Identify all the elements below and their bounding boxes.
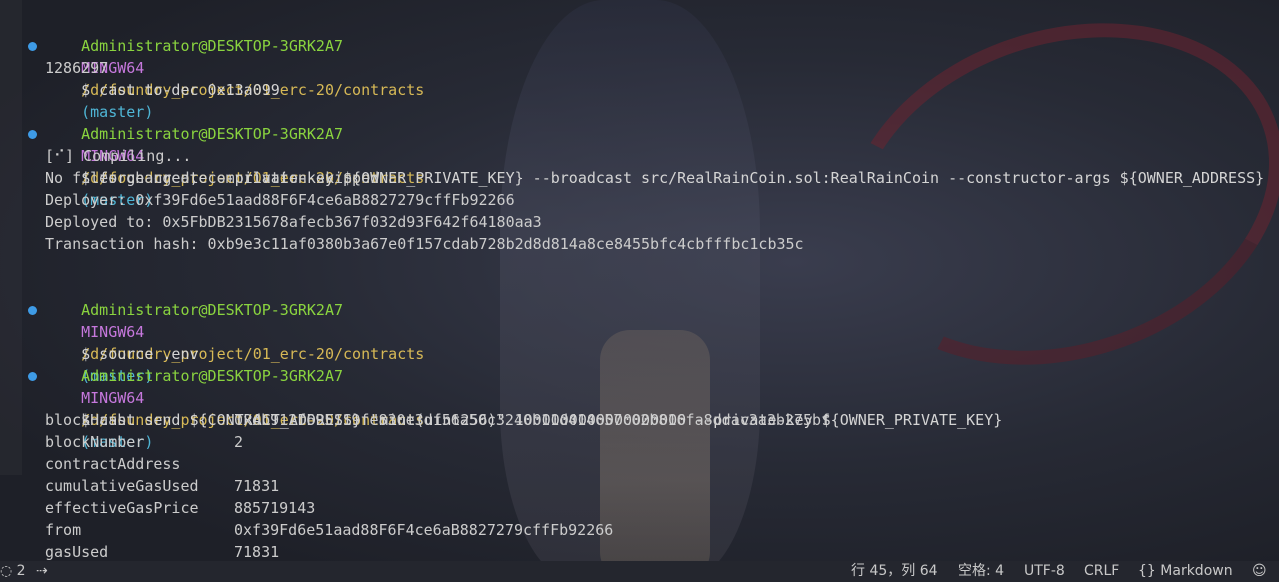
circle-icon: ◌: [0, 563, 13, 579]
cursor-position[interactable]: 行 45，列 64: [851, 563, 938, 580]
receipt-key: gasUsed: [45, 543, 109, 561]
command-decoration-dot[interactable]: [28, 306, 37, 315]
receipt-value: 0xdb912f695119fe830e3df56a50c3240b11d414…: [234, 411, 831, 429]
live-share-icon[interactable]: ⇢: [36, 563, 48, 580]
receipt-row: from 0xf39Fd6e51aad88F6F4ce6aB8827279cffF…: [0, 519, 1279, 541]
receipt-key: from: [45, 521, 82, 539]
prompt-line: Administrator@DESKTOP-3GRK2A7 MINGW64 /d…: [0, 277, 1279, 385]
output-line: Deployer: 0xf39Fd6e51aad88F6F4ce6aB88272…: [45, 191, 515, 209]
receipt-key: cumulativeGasUsed: [45, 477, 199, 495]
output-line: Transaction hash: 0xb9e3c11af0380b3a67e0…: [45, 235, 804, 253]
receipt-value: 2: [234, 433, 244, 451]
braces-icon: {}: [1138, 563, 1156, 579]
output-line: [⠊] Compiling...: [45, 147, 192, 165]
command-decoration-dot[interactable]: [28, 42, 37, 51]
language-label: Markdown: [1160, 563, 1233, 579]
receipt-row: blockNumber 2: [0, 431, 1279, 453]
receipt-value: 71831: [234, 543, 280, 561]
status-bar: ◌ 2 ⇢ 行 45，列 64 空格: 4 UTF-8 CRLF {} Mark…: [0, 561, 1279, 582]
receipt-value: 71831: [234, 477, 280, 495]
line-ending[interactable]: CRLF: [1084, 563, 1119, 580]
receipt-row: blockHash 0xdb912f695119fe830e3df56a50c32…: [0, 409, 1279, 431]
output-line: Deployed to: 0x5FbDB2315678afecb367f032d…: [45, 213, 542, 231]
feedback-icon[interactable]: ☺: [1252, 563, 1267, 580]
receipt-row: effectiveGasPrice 885719143: [0, 497, 1279, 519]
command-line: $ cast to-dec 0x13a099: [0, 35, 1279, 99]
command-line: $ forge create --private-key ${OWNER_PRI…: [0, 123, 1279, 187]
output-line: No files changed, compilation skipped: [45, 169, 380, 187]
receipt-row: contractAddress: [0, 453, 1279, 475]
prompt-line: Administrator@DESKTOP-3GRK2A7 MINGW64 /d…: [0, 13, 1279, 121]
indentation[interactable]: 空格: 4: [958, 563, 1004, 580]
receipt-row: gasUsed 71831: [0, 541, 1279, 563]
receipt-value: 885719143: [234, 499, 316, 517]
receipt-key: blockHash: [45, 411, 127, 429]
terminal-output[interactable]: Administrator@DESKTOP-3GRK2A7 MINGW64 /d…: [0, 13, 1279, 561]
prompt-line: Administrator@DESKTOP-3GRK2A7 MINGW64 /d…: [0, 101, 1279, 209]
command-decoration-dot[interactable]: [28, 130, 37, 139]
command-decoration-dot[interactable]: [28, 372, 37, 381]
command-line: $ source .env: [0, 299, 1279, 363]
receipt-key: effectiveGasPrice: [45, 499, 199, 517]
receipt-row: cumulativeGasUsed 71831: [0, 475, 1279, 497]
receipt-key: blockNumber: [45, 433, 145, 451]
receipt-value: 0xf39Fd6e51aad88F6F4ce6aB8827279cffFb922…: [234, 521, 614, 539]
problems-indicator[interactable]: ◌ 2: [0, 563, 26, 580]
output-line: 1286297: [45, 59, 109, 77]
receipt-key: contractAddress: [45, 455, 181, 473]
prompt-line: Administrator@DESKTOP-3GRK2A7 MINGW64 /d…: [0, 343, 1279, 451]
command-line: $ cast send ${CONTRACT_ADDRESS} "mint(ui…: [0, 365, 1279, 429]
encoding[interactable]: UTF-8: [1024, 563, 1065, 580]
problems-count: 2: [16, 563, 26, 579]
language-mode[interactable]: {} Markdown: [1138, 563, 1233, 580]
